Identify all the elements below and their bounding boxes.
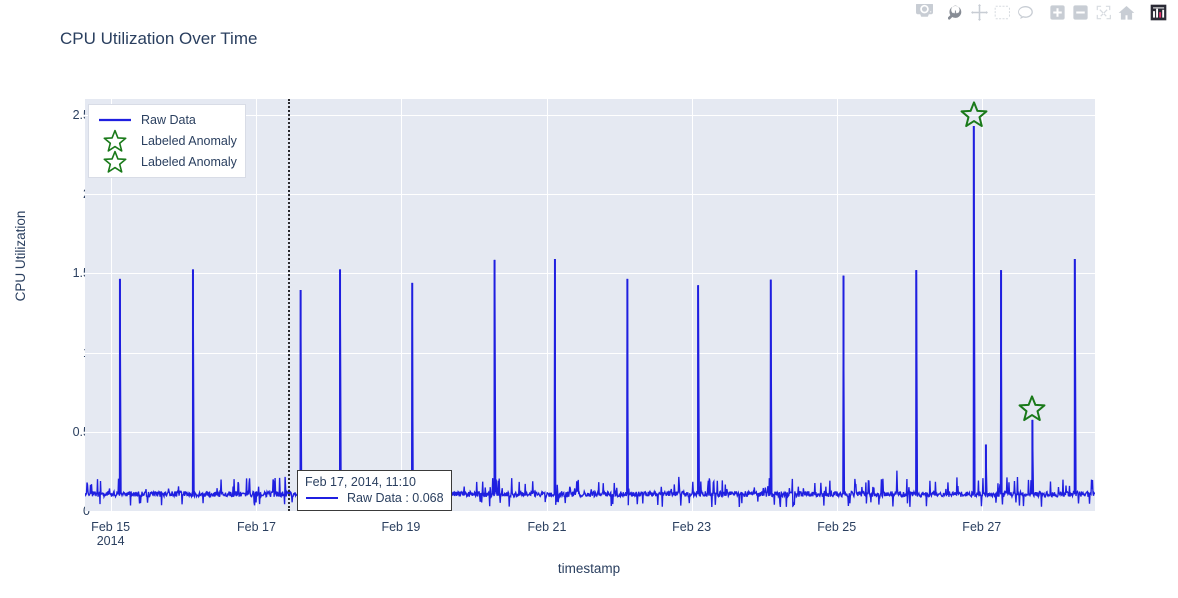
- legend[interactable]: Raw Data Labeled Anomaly Labeled Anomaly: [88, 104, 246, 178]
- camera-icon[interactable]: [914, 2, 934, 22]
- legend-item-raw-data[interactable]: Raw Data: [95, 110, 237, 129]
- legend-star-symbol-2: [95, 150, 135, 173]
- x-axis-tick-label: Feb 21: [527, 520, 567, 534]
- modebar-group-drag[interactable]: [946, 2, 1035, 22]
- zoom-icon[interactable]: [946, 2, 966, 22]
- x-axis-tick-label: Feb 19: [381, 520, 421, 534]
- modebar-group-download[interactable]: [914, 2, 934, 22]
- tooltip-title: Feb 17, 2014, 11:10: [305, 475, 416, 489]
- legend-line-symbol: [95, 110, 135, 129]
- tooltip-line-symbol: [305, 491, 341, 505]
- x-axis-tick-label: Feb 15 2014: [91, 520, 131, 548]
- modebar-group-logo[interactable]: [1148, 2, 1168, 22]
- tooltip-series-value: Raw Data : 0.068: [347, 491, 444, 505]
- tooltip-row: Raw Data : 0.068: [305, 491, 444, 505]
- legend-label-raw-data: Raw Data: [141, 112, 196, 127]
- x-axis-tick-label: Feb 17: [237, 520, 276, 534]
- x-axis-tick-label: Feb 23: [672, 520, 712, 534]
- box-select-icon[interactable]: [992, 2, 1012, 22]
- x-axis-tick-label: Feb 25: [817, 520, 857, 534]
- plotly-chart-figure: CPU Utilization Over Time CPU Utilizatio…: [0, 0, 1178, 598]
- plotly-modebar[interactable]: [914, 2, 1168, 22]
- x-axis-title: timestamp: [557, 561, 621, 576]
- x-axis-tick-label: Feb 27: [962, 520, 1002, 534]
- pan-icon[interactable]: [969, 2, 989, 22]
- chart-title: CPU Utilization Over Time: [60, 29, 258, 48]
- vertical-divider-line: [288, 99, 290, 511]
- plotly-logo-icon[interactable]: [1148, 2, 1168, 22]
- raw-data-line: [85, 126, 1095, 507]
- legend-item-labeled-anomaly-2[interactable]: Labeled Anomaly: [95, 150, 237, 173]
- zoom-in-icon[interactable]: [1047, 2, 1067, 22]
- hover-tooltip: Feb 17, 2014, 11:10 Raw Data : 0.068: [297, 470, 452, 511]
- y-axis-title: CPU Utilization: [13, 210, 28, 302]
- reset-axes-home-icon[interactable]: [1116, 2, 1136, 22]
- legend-star-symbol-1: [95, 129, 135, 152]
- modebar-group-zoom[interactable]: [1047, 2, 1136, 22]
- zoom-out-icon[interactable]: [1070, 2, 1090, 22]
- lasso-select-icon[interactable]: [1015, 2, 1035, 22]
- legend-label-labeled-anomaly-2: Labeled Anomaly: [141, 154, 237, 169]
- autoscale-icon[interactable]: [1093, 2, 1113, 22]
- legend-item-labeled-anomaly-1[interactable]: Labeled Anomaly: [95, 129, 237, 152]
- legend-label-labeled-anomaly-1: Labeled Anomaly: [141, 133, 237, 148]
